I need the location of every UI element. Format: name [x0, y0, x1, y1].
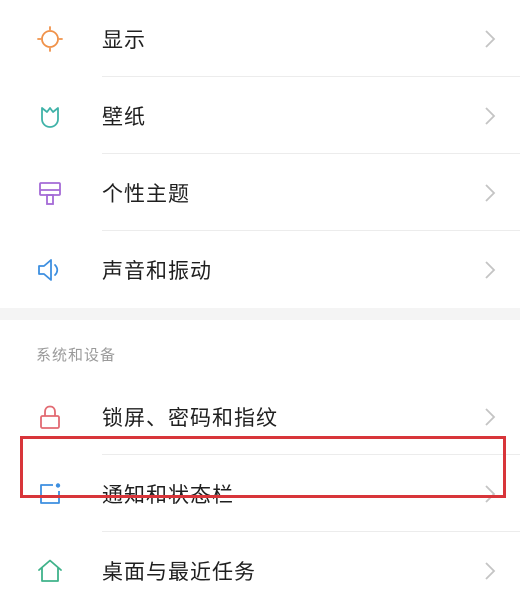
home-icon: [36, 557, 64, 585]
settings-group-personalization: 显示 壁纸 个性主题 声音和振动: [0, 0, 520, 308]
settings-item-label: 个性主题: [102, 181, 190, 206]
settings-item-label: 声音和振动: [102, 258, 212, 283]
theme-brush-icon: [36, 179, 64, 207]
settings-item-home-recents[interactable]: 桌面与最近任务: [0, 532, 520, 609]
settings-item-label: 锁屏、密码和指纹: [102, 405, 278, 430]
settings-item-display[interactable]: 显示: [0, 0, 520, 77]
section-separator: [0, 308, 520, 320]
settings-item-label: 壁纸: [102, 104, 146, 129]
settings-item-label: 桌面与最近任务: [102, 559, 256, 584]
chevron-right-icon: [485, 106, 496, 125]
section-header: 系统和设备: [0, 320, 520, 378]
settings-item-notifications-status-bar[interactable]: 通知和状态栏: [0, 455, 520, 532]
settings-group-system-devices: 系统和设备 锁屏、密码和指纹 通知和状态栏 桌面与最近任务: [0, 320, 520, 609]
settings-item-themes[interactable]: 个性主题: [0, 154, 520, 231]
settings-item-sound[interactable]: 声音和振动: [0, 231, 520, 308]
chevron-right-icon: [485, 407, 496, 426]
chevron-right-icon: [485, 183, 496, 202]
settings-item-wallpaper[interactable]: 壁纸: [0, 77, 520, 154]
chevron-right-icon: [485, 29, 496, 48]
notification-icon: [36, 480, 64, 508]
lock-icon: [36, 403, 64, 431]
sun-icon: [36, 25, 64, 53]
speaker-icon: [36, 256, 64, 284]
section-header-label: 系统和设备: [36, 346, 117, 364]
chevron-right-icon: [485, 260, 496, 279]
settings-item-lock-screen[interactable]: 锁屏、密码和指纹: [0, 378, 520, 455]
chevron-right-icon: [485, 561, 496, 580]
wallpaper-icon: [36, 102, 64, 130]
settings-item-label: 显示: [102, 27, 146, 52]
chevron-right-icon: [485, 484, 496, 503]
settings-item-label: 通知和状态栏: [102, 482, 234, 507]
